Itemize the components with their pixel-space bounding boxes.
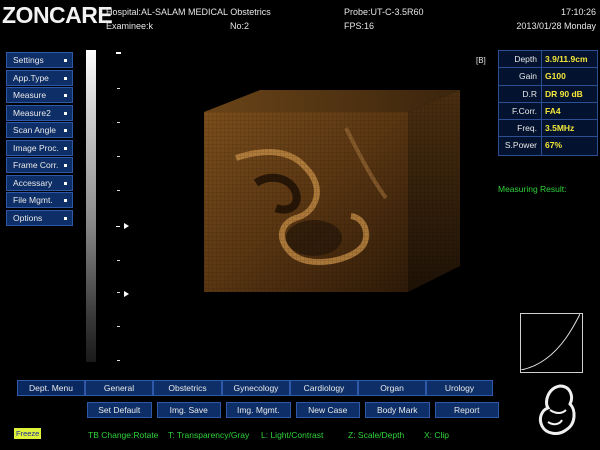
depth-tick <box>116 226 120 227</box>
menu-item-file-mgmt[interactable]: File Mgmt. <box>6 192 73 208</box>
param-value: 3.5MHz <box>545 123 575 134</box>
probe-label: Probe:UT-C-3.5R60 <box>344 7 424 17</box>
img-mgmt-button[interactable]: Img. Mgmt. <box>226 402 291 418</box>
param-row-dynamic-range[interactable]: D.R DR 90 dB <box>499 85 597 103</box>
set-default-button[interactable]: Set Default <box>87 402 152 418</box>
hint-clip: X: Clip <box>424 430 450 440</box>
depth-tick <box>117 190 120 191</box>
function-button-bar: Set Default Img. Save Img. Mgmt. New Cas… <box>87 402 499 418</box>
menu-item-label: App.Type <box>13 72 49 83</box>
bullet-icon <box>64 111 67 115</box>
left-menu: Settings App.Type Measure Measure2 Scan … <box>6 52 73 227</box>
depth-tick <box>117 292 120 293</box>
param-row-gain[interactable]: Gain G100 <box>499 68 597 86</box>
hint-scale-depth: Z: Scale/Depth <box>348 430 405 440</box>
body-mark-button[interactable]: Body Mark <box>365 402 430 418</box>
menu-item-options[interactable]: Options <box>6 209 73 226</box>
menu-item-label: File Mgmt. <box>13 195 53 205</box>
freeze-button[interactable]: Freeze <box>14 428 42 439</box>
menu-item-label: Scan Angle <box>13 125 57 135</box>
depth-tick <box>117 360 120 361</box>
curve-icon <box>520 313 581 371</box>
depth-tick <box>117 156 120 157</box>
fetus-icon <box>538 384 576 435</box>
case-number-label: No:2 <box>230 21 250 31</box>
focus-arrow-icon <box>124 291 129 297</box>
param-value: FA4 <box>545 105 561 116</box>
bullet-icon <box>64 181 67 185</box>
examinee-label: Examinee:k <box>106 21 154 31</box>
menu-item-measure[interactable]: Measure <box>6 87 73 103</box>
tab-urology[interactable]: Urology <box>426 380 493 396</box>
param-label: Gain <box>499 68 542 85</box>
bullet-icon <box>64 76 67 80</box>
menu-item-settings[interactable]: Settings <box>6 52 73 68</box>
menu-item-label: Measure <box>13 90 47 100</box>
param-label: Depth <box>499 51 542 68</box>
clock-time: 17:10:26 <box>560 7 596 17</box>
depth-tick-major <box>116 52 121 54</box>
tab-cardiology[interactable]: Cardiology <box>290 380 358 396</box>
dept-menu-bar: Dept. Menu General Obstetrics Gynecology… <box>17 380 493 396</box>
param-label: Freq. <box>499 120 542 137</box>
clock-date: 2013/01/28 Monday <box>516 21 596 31</box>
menu-item-label: Settings <box>13 55 44 65</box>
param-value: G100 <box>545 71 566 82</box>
tab-obstetrics[interactable]: Obstetrics <box>153 380 222 396</box>
menu-item-accessary[interactable]: Accessary <box>6 174 73 191</box>
menu-item-measure2[interactable]: Measure2 <box>6 104 73 121</box>
image-marker: [B] <box>476 56 486 65</box>
zoncare-logo: ZONCARE <box>2 2 113 28</box>
tab-general[interactable]: General <box>85 380 153 396</box>
bullet-icon <box>64 94 67 97</box>
depth-tick <box>117 88 120 89</box>
menu-item-frame-corr[interactable]: Frame Corr. <box>6 157 73 173</box>
param-row-sound-power[interactable]: S.Power 67% <box>499 137 597 155</box>
bullet-icon <box>64 199 67 202</box>
param-label: D.R <box>499 85 542 102</box>
param-value: DR 90 dB <box>545 88 583 99</box>
depth-tick <box>117 260 120 261</box>
tab-organ[interactable]: Organ <box>358 380 426 396</box>
menu-item-label: Image Proc. <box>13 142 59 153</box>
new-case-button[interactable]: New Case <box>295 402 360 418</box>
hospital-label: Hospital:AL-SALAM MEDICAL Obstetrics <box>106 7 271 17</box>
hint-light-contrast: L: Light/Contrast <box>261 430 324 440</box>
gray-curve-box[interactable] <box>520 313 583 373</box>
menu-item-label: Frame Corr. <box>13 160 59 170</box>
grayscale-bar <box>86 50 96 362</box>
fps-label: FPS:16 <box>344 21 375 31</box>
report-button[interactable]: Report <box>434 402 499 418</box>
bullet-icon <box>64 129 67 132</box>
param-label: S.Power <box>499 137 542 155</box>
depth-tick <box>117 326 120 327</box>
bullet-icon <box>64 164 67 167</box>
depth-tick <box>117 122 120 123</box>
param-label: F.Corr. <box>499 102 542 120</box>
bullet-icon <box>64 216 67 220</box>
bullet-icon <box>64 59 67 62</box>
menu-item-label: Options <box>13 212 43 223</box>
img-save-button[interactable]: Img. Save <box>156 402 221 418</box>
param-row-frame-corr[interactable]: F.Corr. FA4 <box>499 102 597 121</box>
dept-menu-label: Dept. Menu <box>17 380 85 396</box>
menu-item-label: Measure2 <box>13 107 51 118</box>
ultrasound-3d-volume[interactable] <box>196 88 464 298</box>
parameter-panel: Depth 3.9/11.9cm Gain G100 D.R DR 90 dB F.C… <box>498 50 598 156</box>
focus-arrow-icon <box>124 223 129 229</box>
param-value: 67% <box>545 140 563 151</box>
param-row-frequency[interactable]: Freq. 3.5MHz <box>499 120 597 138</box>
menu-item-image-proc[interactable]: Image Proc. <box>6 139 73 156</box>
hint-transparency: T: Transparency/Gray <box>168 430 250 440</box>
hint-tb-change: TB Change:Rotate <box>88 430 159 440</box>
menu-item-label: Accessary <box>13 177 53 188</box>
measuring-result-label: Measuring Result: <box>498 184 567 194</box>
menu-item-app-type[interactable]: App.Type <box>6 69 73 86</box>
menu-item-scan-angle[interactable]: Scan Angle <box>6 122 73 138</box>
tab-gynecology[interactable]: Gynecology <box>222 380 290 396</box>
param-value: 3.9/11.9cm <box>545 54 588 64</box>
bullet-icon <box>64 146 67 150</box>
param-row-depth[interactable]: Depth 3.9/11.9cm <box>499 51 597 69</box>
